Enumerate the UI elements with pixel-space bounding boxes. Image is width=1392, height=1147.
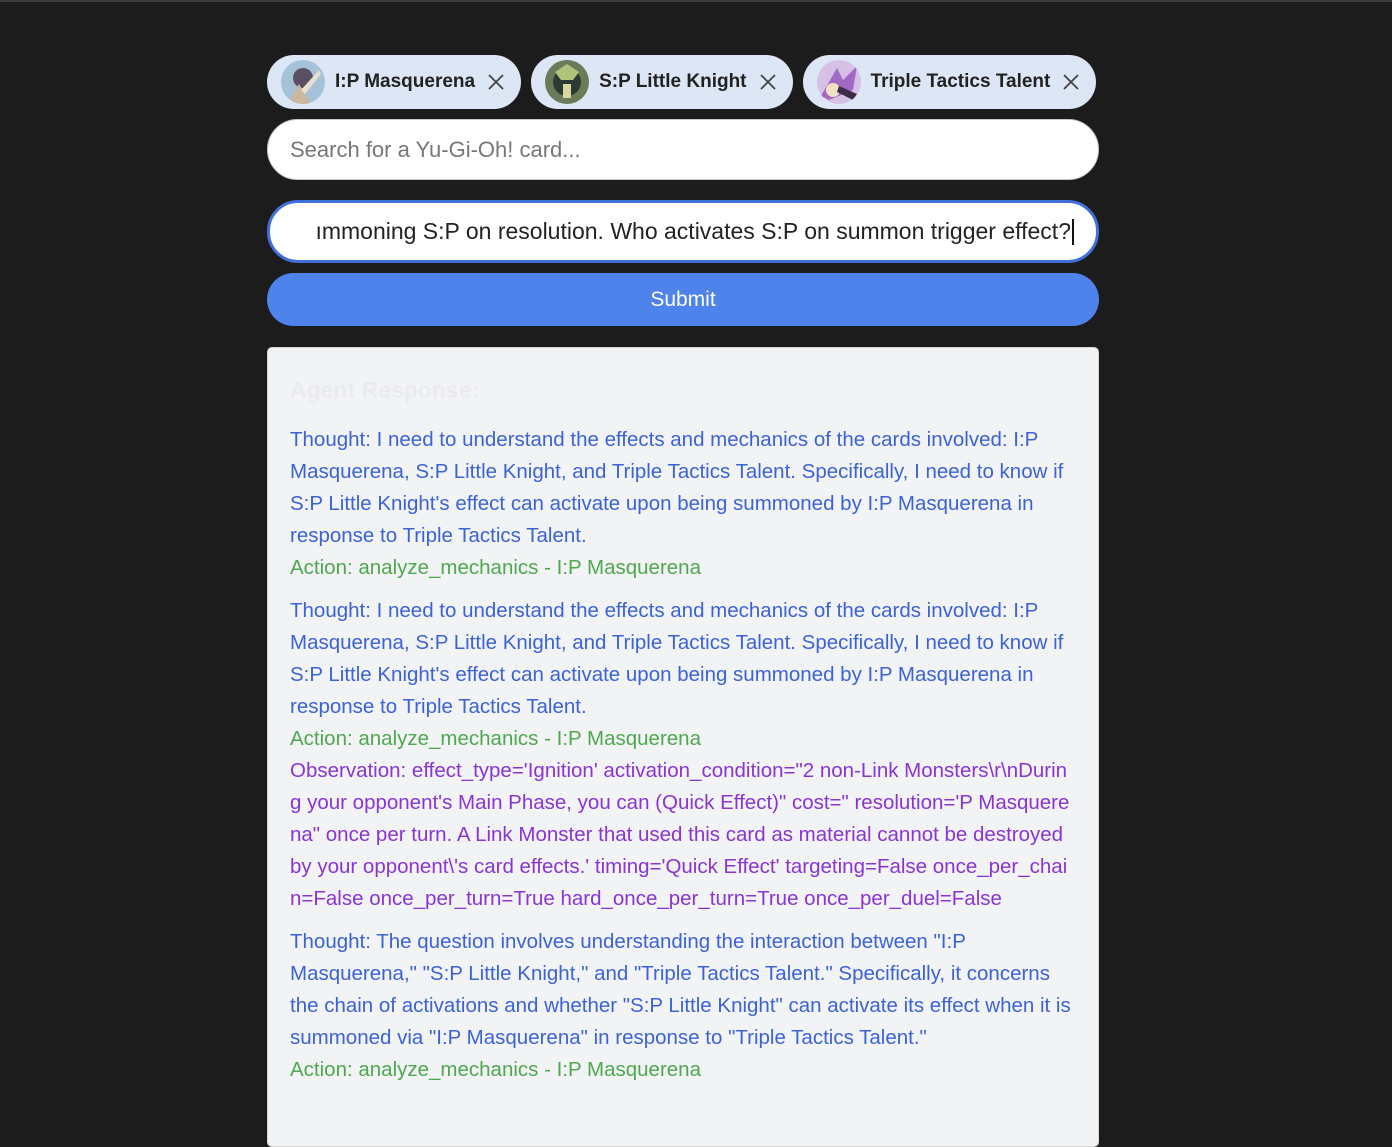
close-icon[interactable] (1060, 71, 1082, 93)
thought-text: Thought: I need to understand the effect… (290, 428, 1064, 547)
chip-label: I:P Masquerena (335, 71, 476, 92)
window-top-border (0, 0, 1392, 2)
action-text: Action: analyze_mechanics - I:P Masquere… (290, 556, 701, 579)
response-title: Agent Response: (290, 377, 480, 403)
card-thumbnail (281, 60, 325, 104)
observation-text: Observation: effect_type='Ignition' acti… (290, 759, 1070, 910)
card-thumbnail (816, 60, 861, 104)
selected-cards: I:P Masquerena S:P Little Knight Triple … (267, 55, 1097, 109)
close-icon[interactable] (485, 71, 507, 93)
agent-step: Thought: I need to understand the effect… (290, 424, 1076, 584)
chip-label: Triple Tactics Talent (870, 71, 1051, 92)
thought-text: Thought: The question involves understan… (290, 930, 1071, 1049)
card-chip-sp-little-knight[interactable]: S:P Little Knight (531, 55, 793, 109)
agent-response-panel: Agent Response: Thought: I need to under… (267, 347, 1099, 1147)
submit-button[interactable]: Submit (267, 273, 1099, 326)
close-icon[interactable] (757, 71, 779, 93)
action-text: Action: analyze_mechanics - I:P Masquere… (290, 1058, 701, 1081)
text-caret (1072, 218, 1074, 245)
action-text: Action: analyze_mechanics - I:P Masquere… (290, 727, 701, 750)
chip-label: S:P Little Knight (599, 71, 747, 92)
card-chip-triple-tactics-talent[interactable]: Triple Tactics Talent (802, 55, 1097, 109)
agent-step: Thought: The question involves understan… (290, 926, 1076, 1086)
card-thumbnail (545, 60, 590, 104)
question-text: ımmoning S:P on resolution. Who activate… (315, 218, 1071, 244)
card-chip-ip-masquerena[interactable]: I:P Masquerena (267, 55, 522, 109)
card-search-input[interactable] (267, 119, 1099, 180)
agent-step: Thought: I need to understand the effect… (290, 595, 1076, 915)
thought-text: Thought: I need to understand the effect… (290, 599, 1064, 718)
question-input[interactable]: ımmoning S:P on resolution. Who activate… (267, 200, 1099, 263)
